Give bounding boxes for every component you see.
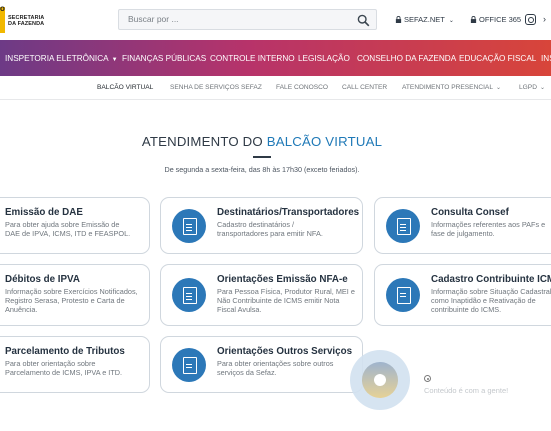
nav-item-inspetoria[interactable]: INSPETORIA ELETRÔNICA ▼ — [5, 54, 118, 63]
card-orientacoes-outros-servicos[interactable]: Orientações Outros Serviços Para obter o… — [160, 336, 363, 393]
logo-letter: o — [0, 4, 5, 13]
card-description: Informação sobre Situação Cadastral como… — [431, 287, 551, 314]
floating-chat-widget[interactable] — [350, 350, 410, 410]
radio-icon[interactable] — [424, 375, 431, 382]
title-highlight: BALCÃO VIRTUAL — [266, 134, 383, 149]
logo-text[interactable]: SECRETARIA DA FAZENDA — [8, 15, 44, 27]
nav-item-ins[interactable]: INS — [541, 54, 551, 63]
sefaz-net-label: SEFAZ.NET — [404, 15, 445, 24]
card-description: Para Pessoa Física, Produtor Rural, MEI … — [217, 287, 355, 314]
nav-item-label: INS — [541, 54, 551, 63]
widget-center-dot — [374, 374, 386, 386]
title-divider — [253, 156, 271, 158]
sub-navigation: BALCÃO VIRTUAL SENHA DE SERVIÇOS SEFAZ F… — [0, 76, 551, 100]
card-title: Consulta Consef — [431, 207, 509, 218]
search-icon[interactable] — [357, 14, 370, 27]
card-description: Para obter orientações sobre outros serv… — [217, 359, 334, 377]
subnav-lgpd[interactable]: LGPD ⌄ — [519, 84, 545, 91]
chevron-down-icon: ⌄ — [496, 85, 502, 91]
nav-item-conselho[interactable]: CONSELHO DA FAZENDA — [357, 54, 456, 63]
nav-item-legislacao[interactable]: LEGISLAÇÃO — [298, 54, 350, 63]
lock-icon — [470, 16, 477, 23]
card-title: Emissão de DAE — [5, 207, 83, 218]
document-icon — [172, 209, 206, 243]
card-emissao-dae[interactable]: Emissão de DAE Para obter ajuda sobre Em… — [0, 197, 150, 254]
subnav-label: FALE CONOSCO — [276, 84, 329, 91]
subnav-label: SENHA DE SERVIÇOS SEFAZ — [170, 84, 262, 91]
chevron-down-icon: ⌄ — [539, 85, 545, 91]
page-title: ATENDIMENTO DO BALCÃO VIRTUAL — [0, 134, 524, 149]
title-prefix: ATENDIMENTO DO — [141, 134, 267, 149]
subnav-label: LGPD — [519, 84, 537, 91]
archive-box-icon — [386, 278, 420, 312]
nav-item-label: LEGISLAÇÃO — [298, 54, 350, 63]
logo-line-2: DA FAZENDA — [8, 21, 45, 27]
top-header: o SECRETARIA DA FAZENDA Buscar por ... S… — [0, 0, 551, 40]
card-description: Informação sobre Exercícios Notificados,… — [5, 287, 138, 314]
card-title: Orientações Emissão NFA-e — [217, 274, 348, 285]
nav-item-label: FINANÇAS PÚBLICAS — [122, 54, 207, 63]
subnav-label: BALCÃO VIRTUAL — [97, 84, 154, 91]
instagram-icon[interactable] — [525, 14, 536, 25]
nav-item-label: INSPETORIA ELETRÔNICA — [5, 54, 109, 63]
subnav-label: CALL CENTER — [342, 84, 388, 91]
card-description: Informações referentes aos PAFs e fase d… — [431, 220, 546, 238]
card-title: Débitos de IPVA — [5, 274, 80, 285]
card-debitos-ipva[interactable]: Débitos de IPVA Informação sobre Exercíc… — [0, 264, 150, 326]
chevron-down-icon: ▼ — [111, 57, 118, 63]
subnav-label: ATENDIMENTO PRESENCIAL — [402, 84, 493, 91]
card-description: Para obter ajuda sobre Emissão de DAE de… — [5, 220, 131, 238]
subnav-atendimento-presencial[interactable]: ATENDIMENTO PRESENCIAL ⌄ — [402, 84, 501, 91]
subnav-senha-servicos[interactable]: SENHA DE SERVIÇOS SEFAZ — [170, 84, 262, 91]
office365-link[interactable]: OFFICE 365 — [470, 15, 521, 24]
office365-label: OFFICE 365 — [479, 15, 522, 24]
search-placeholder: Buscar por ... — [128, 14, 179, 24]
card-description: Cadastro destinatários / transportadores… — [217, 220, 323, 238]
chevron-right-icon[interactable]: › — [543, 14, 546, 24]
subnav-balcao-virtual[interactable]: BALCÃO VIRTUAL — [97, 84, 153, 91]
sefaz-net-link[interactable]: SEFAZ.NET ⌄ — [395, 15, 454, 24]
card-destinatarios-transportadores[interactable]: Destinatários/Transportadores Cadastro d… — [160, 197, 363, 254]
nav-item-educacao-fiscal[interactable]: EDUCAÇÃO FISCAL — [459, 54, 536, 63]
card-consulta-consef[interactable]: Consulta Consef Informações referentes a… — [374, 197, 551, 254]
nav-item-label: CONSELHO DA FAZENDA — [357, 54, 457, 63]
card-title: Parcelamento de Tributos — [5, 346, 125, 357]
chevron-down-icon: ⌄ — [448, 18, 454, 24]
card-title: Orientações Outros Serviços — [217, 346, 353, 357]
page-subtitle: De segunda a sexta-feira, das 8h às 17h3… — [164, 165, 360, 174]
card-parcelamento-tributos[interactable]: Parcelamento de Tributos Para obter orie… — [0, 336, 150, 393]
subnav-fale-conosco[interactable]: FALE CONOSCO — [276, 84, 328, 91]
floating-message: Conteúdo é com a gente! — [424, 386, 509, 395]
search-input[interactable]: Buscar por ... — [118, 9, 377, 30]
subnav-call-center[interactable]: CALL CENTER — [342, 84, 387, 91]
main-navigation: INSPETORIA ELETRÔNICA ▼ FINANÇAS PÚBLICAS… — [0, 40, 551, 76]
card-title: Cadastro Contribuinte ICMS — [431, 274, 551, 285]
nav-item-controle-interno[interactable]: CONTROLE INTERNO — [210, 54, 295, 63]
nav-item-label: CONTROLE INTERNO — [210, 54, 295, 63]
card-description: Para obter orientação sobre Parcelamento… — [5, 359, 123, 377]
lock-icon — [395, 16, 402, 23]
nav-item-financas[interactable]: FINANÇAS PÚBLICAS — [122, 54, 206, 63]
chat-icon — [172, 348, 206, 382]
card-orientacoes-nfa-e[interactable]: Orientações Emissão NFA-e Para Pessoa Fí… — [160, 264, 363, 326]
card-cadastro-contribuinte-icms[interactable]: Cadastro Contribuinte ICMS Informação so… — [374, 264, 551, 326]
document-icon — [386, 209, 420, 243]
nav-item-label: EDUCAÇÃO FISCAL — [459, 54, 537, 63]
document-icon — [172, 278, 206, 312]
card-title: Destinatários/Transportadores — [217, 207, 360, 218]
